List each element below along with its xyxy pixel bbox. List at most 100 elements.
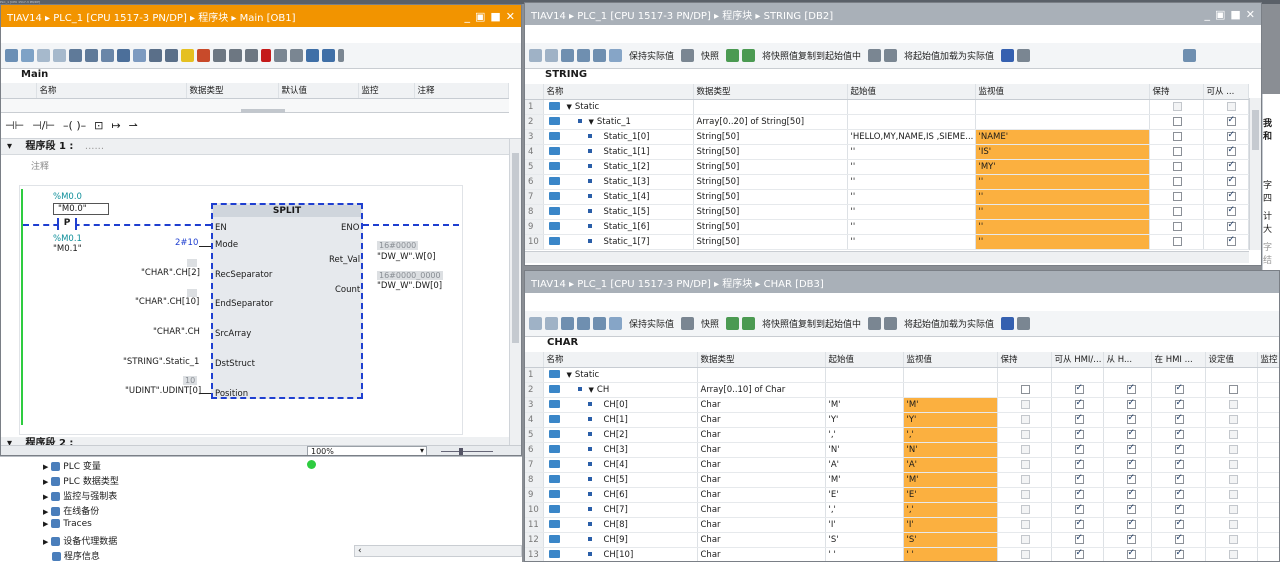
hmi-access-checkbox[interactable] xyxy=(1074,518,1084,529)
start-value-cell[interactable]: 'I' xyxy=(825,517,904,533)
hmi-access-checkbox[interactable] xyxy=(1074,458,1084,469)
datatype-cell[interactable]: Char xyxy=(697,487,826,503)
hmi-visible-checkbox[interactable] xyxy=(1174,533,1184,544)
hmi-access-checkbox[interactable] xyxy=(1074,398,1084,409)
table-row[interactable]: 3 Static_1[0] String[50] 'HELLO,MY,NAME,IS … xyxy=(525,129,1249,145)
disconnect-icon[interactable] xyxy=(21,49,34,62)
name-cell[interactable]: Static_1[1] xyxy=(543,144,694,160)
char-watch-icon[interactable] xyxy=(1017,317,1031,330)
hmi-access-checkbox[interactable] xyxy=(1074,428,1084,439)
recsep-value[interactable]: "CHAR".CH[2] xyxy=(141,268,200,278)
count-output[interactable]: "DW_W".DW[0] xyxy=(377,281,442,291)
name-cell[interactable]: CH[10] xyxy=(543,547,698,561)
retain-checkbox[interactable] xyxy=(1020,399,1030,409)
setpoint-checkbox[interactable] xyxy=(1228,534,1238,544)
start-value-cell[interactable]: '' xyxy=(847,204,976,220)
string-collapse-icon[interactable] xyxy=(577,49,590,62)
table-row[interactable]: 9 CH[6] Char 'E' 'E' xyxy=(525,487,1279,503)
hmi-write-checkbox[interactable] xyxy=(1126,548,1136,559)
glasses-icon[interactable] xyxy=(245,49,258,62)
char-col-name[interactable]: 名称 xyxy=(543,352,698,368)
string-insert-row-icon[interactable] xyxy=(529,49,542,62)
setpoint-checkbox[interactable] xyxy=(1228,384,1238,394)
col-datatype[interactable]: 数据类型 xyxy=(186,83,279,99)
mode-value[interactable]: 2#10 xyxy=(175,238,198,248)
datatype-cell[interactable]: Char xyxy=(697,502,826,518)
dststruct-value[interactable]: "STRING".Static_1 xyxy=(123,357,199,367)
setpoint-checkbox[interactable] xyxy=(1228,489,1238,499)
datatype-cell[interactable]: String[50] xyxy=(693,219,848,235)
hmi-access-checkbox[interactable] xyxy=(1074,503,1084,514)
string-close-icon[interactable]: ✕ xyxy=(1246,8,1255,21)
close-branch-icon[interactable]: ⇀ xyxy=(129,119,138,132)
char-load2-icon[interactable] xyxy=(884,317,898,330)
string-col-start[interactable]: 起始值 xyxy=(847,84,976,100)
force-icon[interactable] xyxy=(229,49,242,62)
open-branch-icon[interactable]: ↦ xyxy=(111,119,120,132)
hmi-access-checkbox[interactable] xyxy=(1226,235,1236,246)
start-value-cell[interactable]: 'Y' xyxy=(825,412,904,428)
table-row[interactable]: 3 CH[0] Char 'M' 'M' xyxy=(525,397,1279,413)
hmi-visible-checkbox[interactable] xyxy=(1174,413,1184,424)
start-value-cell[interactable] xyxy=(847,99,976,115)
datatype-cell[interactable]: Char xyxy=(697,442,826,458)
setpoint-checkbox[interactable] xyxy=(1228,549,1238,559)
table-row[interactable]: 11 CH[8] Char 'I' 'I' xyxy=(525,517,1279,533)
string-keep-actual-button[interactable]: 保持实际值 xyxy=(629,49,674,62)
nc-contact-icon[interactable]: ⊣/⊢ xyxy=(32,119,55,132)
string-vscrollbar[interactable] xyxy=(1249,98,1261,250)
table-row[interactable]: 6 Static_1[3] String[50] '' '' xyxy=(525,174,1249,190)
no-contact-icon[interactable]: ⊣⊢ xyxy=(5,119,24,132)
col-comment[interactable]: 注释 xyxy=(414,83,509,99)
table-row[interactable]: 12 CH[9] Char 'S' 'S' xyxy=(525,532,1279,548)
name-cell[interactable]: Static_1[0] xyxy=(543,129,694,145)
hmi-access-checkbox[interactable] xyxy=(1226,160,1236,171)
char-expand-icon[interactable] xyxy=(561,317,574,330)
endsep-value[interactable]: "CHAR".CH[10] xyxy=(135,297,199,307)
string-add-row-icon[interactable] xyxy=(545,49,558,62)
string-minimize-icon[interactable]: _ xyxy=(1204,8,1210,21)
name-cell[interactable]: CH[5] xyxy=(543,472,698,488)
hmi-visible-checkbox[interactable] xyxy=(1174,428,1184,439)
setpoint-checkbox[interactable] xyxy=(1228,474,1238,484)
next-icon[interactable] xyxy=(322,49,335,62)
hmi-write-checkbox[interactable] xyxy=(1126,518,1136,529)
retain-checkbox[interactable] xyxy=(1172,131,1182,141)
p-contact[interactable]: P xyxy=(57,218,77,230)
retain-checkbox[interactable] xyxy=(1020,444,1030,454)
table-row[interactable]: 8 Static_1[5] String[50] '' '' xyxy=(525,204,1249,220)
setpoint-checkbox[interactable] xyxy=(1228,399,1238,409)
string-col-monitor[interactable]: 监视值 xyxy=(975,84,1150,100)
name-cell[interactable]: CH[2] xyxy=(543,427,698,443)
hmi-access-checkbox[interactable] xyxy=(1074,443,1084,454)
string-watch-icon[interactable] xyxy=(1017,49,1031,62)
table-row[interactable]: 7 CH[4] Char 'A' 'A' xyxy=(525,457,1279,473)
table-row[interactable]: 6 CH[3] Char 'N' 'N' xyxy=(525,442,1279,458)
start-value-cell[interactable]: 'E' xyxy=(825,487,904,503)
string-expand-icon[interactable] xyxy=(561,49,574,62)
string-col-retain[interactable]: 保持 xyxy=(1149,84,1204,100)
absolute-icon[interactable] xyxy=(149,49,162,62)
datatype-cell[interactable]: Char xyxy=(697,517,826,533)
retain-checkbox[interactable] xyxy=(1172,116,1182,126)
char-collapse-icon[interactable] xyxy=(577,317,590,330)
name-cell[interactable]: CH[4] xyxy=(543,457,698,473)
retain-checkbox[interactable] xyxy=(1020,384,1030,394)
start-value-cell[interactable]: 'M' xyxy=(825,397,904,413)
string-tile-icon[interactable]: ■ xyxy=(1230,8,1240,21)
string-copy-icon[interactable] xyxy=(726,49,740,62)
table-row[interactable]: 1 ▼ Static xyxy=(525,99,1249,115)
setpoint-checkbox[interactable] xyxy=(1228,414,1238,424)
coil-icon[interactable]: –( )– xyxy=(63,119,86,132)
name-cell[interactable]: ▼ Static xyxy=(543,367,698,383)
string-settings-icon[interactable] xyxy=(1183,49,1197,62)
position-value[interactable]: "UDINT".UDINT[0] xyxy=(125,386,201,396)
datatype-cell[interactable]: Char xyxy=(697,472,826,488)
symbol-icon[interactable] xyxy=(165,49,178,62)
grid-icon[interactable] xyxy=(117,49,130,62)
name-cell[interactable]: CH[3] xyxy=(543,442,698,458)
tree-hscrollbar[interactable]: ‹ xyxy=(354,545,522,557)
char-col-retain[interactable]: 保持 xyxy=(997,352,1052,368)
start-value-cell[interactable]: '' xyxy=(847,219,976,235)
char-copy-icon[interactable] xyxy=(726,317,740,330)
